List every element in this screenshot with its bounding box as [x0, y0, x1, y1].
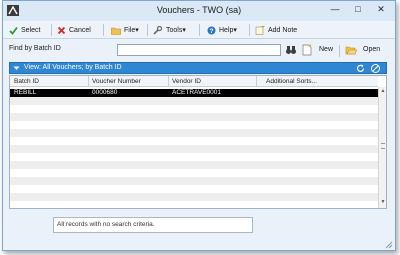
select-button[interactable]: Select: [9, 23, 40, 37]
column-divider: [168, 76, 169, 87]
status-text: All records with no search criteria.: [57, 221, 155, 228]
empty-row: [10, 129, 378, 137]
toolbar-divider: [249, 24, 250, 36]
empty-row: [10, 193, 378, 201]
maximize-icon: □: [355, 4, 361, 14]
scroll-grip[interactable]: [381, 143, 385, 149]
vertical-scrollbar[interactable]: ▲ ▼: [378, 87, 386, 208]
new-document-icon: [302, 44, 312, 56]
toolbar-divider: [103, 24, 104, 36]
batch-id-search-input[interactable]: [117, 44, 281, 56]
grid-rows: REBILL 0000680 ACETRAVE0001: [10, 87, 378, 208]
help-menu[interactable]: ? Help▾: [207, 23, 237, 37]
empty-row: [10, 113, 378, 121]
column-header-batch-id[interactable]: Batch ID: [14, 78, 39, 85]
minimize-button[interactable]: —: [323, 2, 347, 18]
view-label: View: All Vouchers; by Batch ID: [24, 64, 122, 71]
new-button[interactable]: New: [319, 46, 333, 53]
help-label: Help▾: [219, 27, 237, 34]
cancel-x-icon: [57, 26, 66, 34]
empty-row: [10, 137, 378, 145]
refresh-icon[interactable]: [356, 64, 365, 73]
title-bar: Vouchers - TWO (sa) — □ ✕: [3, 1, 395, 21]
cell-batch-id: REBILL: [14, 89, 37, 96]
grid-header: Batch ID Voucher Number Vendor ID Additi…: [10, 76, 378, 87]
find-label: Find by Batch ID: [9, 45, 61, 52]
empty-row: [10, 161, 378, 169]
toolbar-divider: [51, 24, 52, 36]
svg-text:?: ?: [210, 28, 214, 35]
folder-icon: [111, 27, 121, 35]
empty-row: [10, 169, 378, 177]
add-note-button[interactable]: Add Note: [255, 23, 297, 37]
cell-vendor-id: ACETRAVE0001: [172, 89, 222, 96]
tools-icon: [153, 25, 163, 35]
empty-row: [10, 105, 378, 113]
toolbar-divider: [147, 24, 148, 36]
empty-row: [10, 153, 378, 161]
open-folder-icon: [345, 46, 357, 55]
add-note-label: Add Note: [268, 26, 298, 34]
cancel-label: Cancel: [69, 26, 91, 34]
empty-row: [10, 97, 378, 105]
column-divider: [88, 76, 89, 87]
status-box: All records with no search criteria.: [53, 217, 253, 233]
help-icon: ?: [207, 26, 216, 35]
scroll-up-icon[interactable]: ▲: [380, 88, 386, 94]
column-header-voucher-number[interactable]: Voucher Number: [92, 78, 141, 85]
column-header-additional-sorts[interactable]: Additional Sorts...: [266, 78, 317, 85]
toolbar-divider: [199, 24, 200, 36]
maximize-button[interactable]: □: [346, 2, 370, 18]
column-divider: [256, 76, 257, 87]
close-button[interactable]: ✕: [369, 2, 393, 18]
open-button[interactable]: Open: [363, 46, 380, 53]
empty-row: [10, 177, 378, 185]
empty-row: [10, 201, 378, 208]
cancel-button[interactable]: Cancel: [57, 23, 91, 37]
scroll-down-icon[interactable]: ▼: [380, 199, 386, 205]
vouchers-window: Vouchers - TWO (sa) — □ ✕ Select Cancel: [2, 0, 396, 251]
chevron-down-icon: [13, 66, 20, 70]
note-icon: [255, 25, 265, 35]
empty-row: [10, 145, 378, 153]
resize-grip-icon[interactable]: [383, 239, 393, 249]
minimize-icon: —: [330, 4, 340, 14]
find-row: Find by Batch ID New Open: [3, 41, 395, 59]
file-menu[interactable]: File▾: [111, 23, 139, 37]
select-label: Select: [21, 26, 41, 34]
table-row[interactable]: REBILL 0000680 ACETRAVE0001: [10, 89, 378, 97]
checkmark-icon: [9, 26, 18, 35]
empty-row: [10, 121, 378, 129]
column-header-vendor-id[interactable]: Vendor ID: [172, 78, 201, 85]
toolbar: Select Cancel File▾ Tools▾ ? Help▾ Add N…: [3, 21, 395, 39]
binoculars-icon[interactable]: [285, 44, 297, 56]
find-divider: [339, 45, 340, 57]
clear-filter-icon[interactable]: [371, 64, 380, 73]
tools-menu[interactable]: Tools▾: [153, 23, 186, 37]
empty-row: [10, 185, 378, 193]
file-label: File▾: [124, 27, 139, 34]
cell-voucher-number: 0000680: [92, 89, 118, 96]
vouchers-grid: Batch ID Voucher Number Vendor ID Additi…: [9, 75, 387, 209]
view-selector-bar[interactable]: View: All Vouchers; by Batch ID: [9, 62, 387, 74]
close-icon: ✕: [377, 4, 385, 14]
tools-label: Tools▾: [166, 27, 186, 34]
